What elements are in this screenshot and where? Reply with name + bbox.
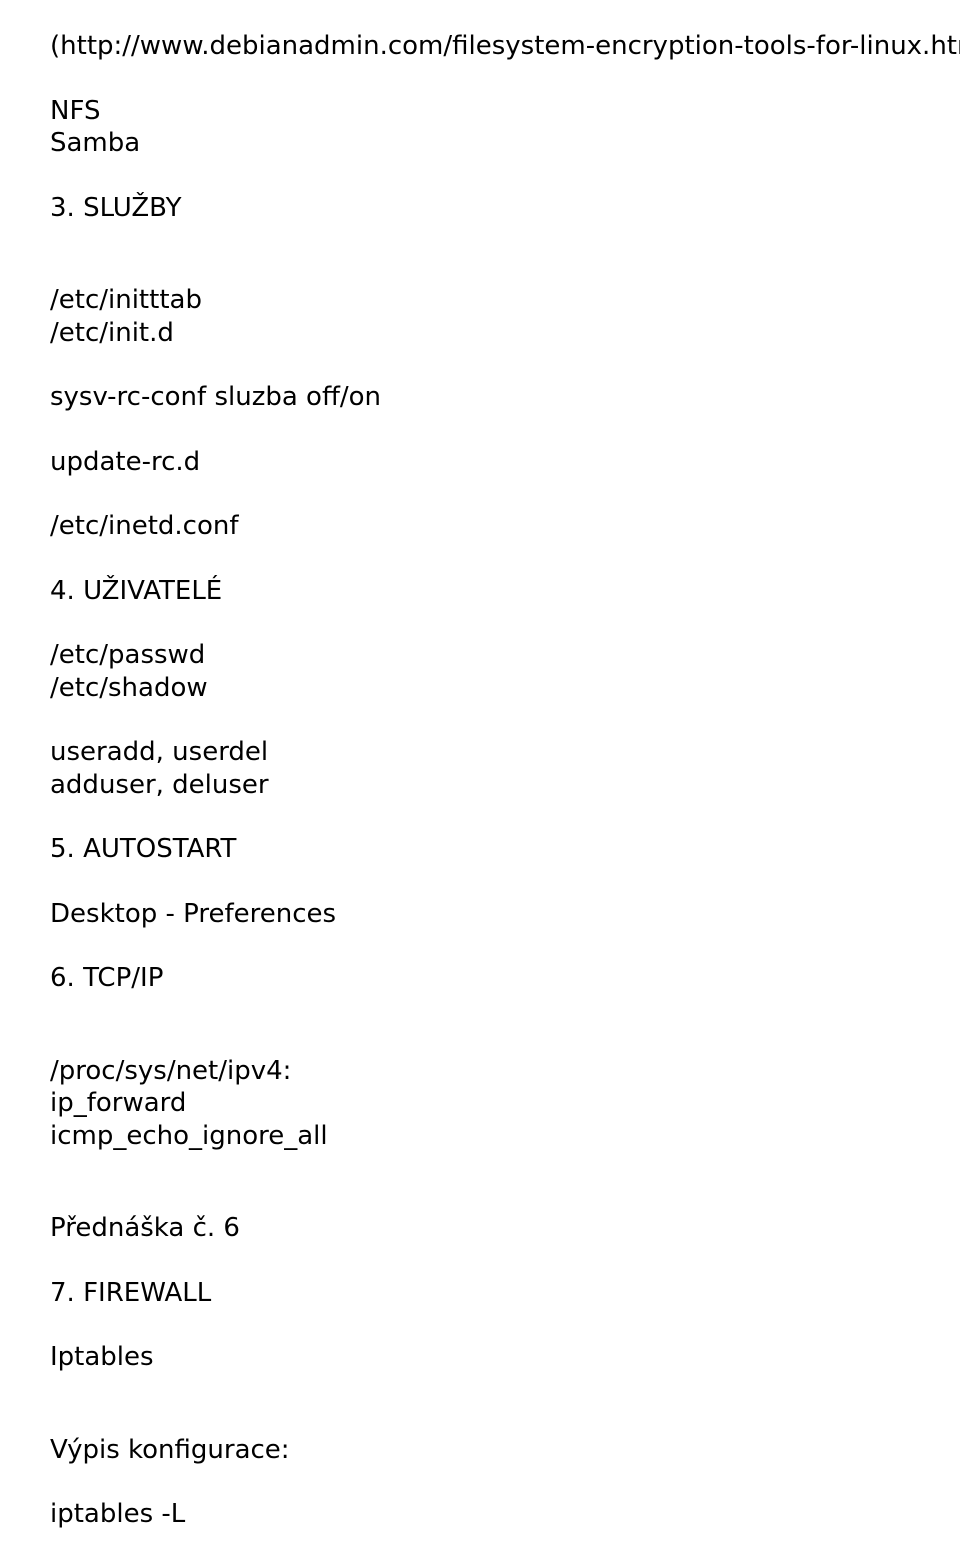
section-heading: 5. AUTOSTART	[50, 833, 960, 866]
text-block: Výpis konfigurace:	[50, 1434, 960, 1467]
text-block: sysv-rc-conf sluzba off/on	[50, 381, 960, 414]
text-line: /etc/initttab	[50, 284, 960, 317]
text-block: (http://www.debianadmin.com/filesystem-e…	[50, 30, 960, 63]
text-line: NFS	[50, 95, 960, 128]
section-heading: 7. FIREWALL	[50, 1277, 960, 1310]
document-page: (http://www.debianadmin.com/filesystem-e…	[0, 0, 960, 1561]
text-line: 5. AUTOSTART	[50, 833, 960, 866]
section-heading: 6. TCP/IP	[50, 962, 960, 995]
text-line: adduser, deluser	[50, 769, 960, 802]
text-line: iptables -L	[50, 1498, 960, 1531]
text-line: 7. FIREWALL	[50, 1277, 960, 1310]
text-line: /etc/inetd.conf	[50, 510, 960, 543]
text-line: 6. TCP/IP	[50, 962, 960, 995]
text-line: icmp_echo_ignore_all	[50, 1120, 960, 1153]
text-line: /etc/shadow	[50, 672, 960, 705]
text-line: Desktop - Preferences	[50, 898, 960, 931]
text-block: Desktop - Preferences	[50, 898, 960, 931]
text-line: /etc/init.d	[50, 317, 960, 350]
text-block: /etc/initttab /etc/init.d	[50, 284, 960, 349]
text-block: update-rc.d	[50, 446, 960, 479]
text-line: /proc/sys/net/ipv4:	[50, 1055, 960, 1088]
text-block: useradd, userdel adduser, deluser	[50, 736, 960, 801]
text-line: useradd, userdel	[50, 736, 960, 769]
text-line: sysv-rc-conf sluzba off/on	[50, 381, 960, 414]
section-heading: Přednáška č. 6	[50, 1212, 960, 1245]
text-block: Iptables	[50, 1341, 960, 1374]
text-block: /etc/passwd /etc/shadow	[50, 639, 960, 704]
text-block: NFS Samba	[50, 95, 960, 160]
text-line: update-rc.d	[50, 446, 960, 479]
text-block: /etc/inetd.conf	[50, 510, 960, 543]
text-line: Výpis konfigurace:	[50, 1434, 960, 1467]
text-line: ip_forward	[50, 1087, 960, 1120]
text-line: 4. UŽIVATELÉ	[50, 575, 960, 608]
text-line: 3. SLUŽBY	[50, 192, 960, 225]
text-line: Samba	[50, 127, 960, 160]
text-line: Iptables	[50, 1341, 960, 1374]
section-heading: 3. SLUŽBY	[50, 192, 960, 225]
text-block: /proc/sys/net/ipv4: ip_forward icmp_echo…	[50, 1055, 960, 1153]
text-line: /etc/passwd	[50, 639, 960, 672]
text-block: iptables -L	[50, 1498, 960, 1531]
text-line: Přednáška č. 6	[50, 1212, 960, 1245]
text-line: (http://www.debianadmin.com/filesystem-e…	[50, 30, 960, 63]
section-heading: 4. UŽIVATELÉ	[50, 575, 960, 608]
